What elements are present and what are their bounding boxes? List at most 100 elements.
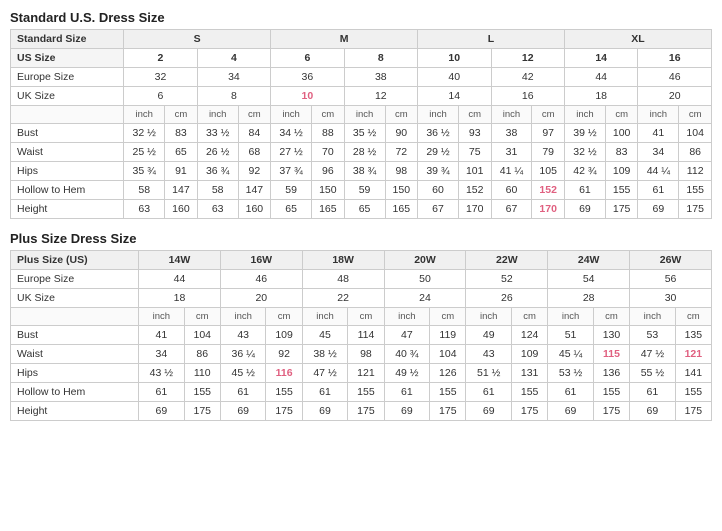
hollow-5cm: 152 bbox=[458, 181, 491, 200]
bust-4: 35 ½ bbox=[344, 124, 385, 143]
us-4: 4 bbox=[197, 49, 270, 68]
unit-inch-4: inch bbox=[344, 106, 385, 124]
us-10: 10 bbox=[418, 49, 491, 68]
unit-inch-2: inch bbox=[197, 106, 238, 124]
plus-hollow-row: Hollow to Hem 61155 61155 61155 61155 61… bbox=[11, 383, 712, 402]
hollow-8cm: 155 bbox=[679, 181, 712, 200]
waist-7cm: 83 bbox=[605, 143, 638, 162]
waist-5: 29 ½ bbox=[418, 143, 459, 162]
pht-7cm: 175 bbox=[675, 402, 711, 421]
height-4: 65 bbox=[344, 200, 385, 219]
plus-bust-row: Bust 41104 43109 45114 47119 49124 51130… bbox=[11, 326, 712, 345]
pw-6: 45 ¼ bbox=[548, 345, 594, 364]
height-1cm: 160 bbox=[165, 200, 198, 219]
pb-3: 45 bbox=[302, 326, 348, 345]
eu-32: 32 bbox=[124, 68, 197, 87]
plus-unit-inch-5: inch bbox=[466, 308, 512, 326]
eu-36: 36 bbox=[271, 68, 344, 87]
p-26w: 26W bbox=[630, 251, 712, 270]
pb-7: 53 bbox=[630, 326, 676, 345]
bust-3: 34 ½ bbox=[271, 124, 312, 143]
standard-title: Standard U.S. Dress Size bbox=[10, 10, 712, 25]
phh-6: 61 bbox=[548, 383, 594, 402]
pw-1: 34 bbox=[139, 345, 185, 364]
uk-8: 8 bbox=[197, 87, 270, 106]
xl-header: XL bbox=[564, 30, 711, 49]
peu-46: 46 bbox=[220, 270, 302, 289]
height-6cm: 170 bbox=[532, 200, 565, 219]
size-group-row: Standard Size S M L XL bbox=[11, 30, 712, 49]
height-4cm: 165 bbox=[385, 200, 418, 219]
waist-7: 32 ½ bbox=[564, 143, 605, 162]
pht-6: 69 bbox=[548, 402, 594, 421]
us-14: 14 bbox=[564, 49, 637, 68]
ph-2: 45 ½ bbox=[220, 364, 266, 383]
puk-18: 18 bbox=[139, 289, 221, 308]
hollow-row: Hollow to Hem 58147 58147 59150 59150 60… bbox=[11, 181, 712, 200]
waist-1: 25 ½ bbox=[124, 143, 165, 162]
height-row: Height 63160 63160 65165 65165 67170 671… bbox=[11, 200, 712, 219]
ph-7cm: 141 bbox=[675, 364, 711, 383]
p-24w: 24W bbox=[548, 251, 630, 270]
waist-3: 27 ½ bbox=[271, 143, 312, 162]
bust-5: 36 ½ bbox=[418, 124, 459, 143]
bust-8: 41 bbox=[638, 124, 679, 143]
hips-1: 35 ¾ bbox=[124, 162, 165, 181]
hips-5: 39 ¾ bbox=[418, 162, 459, 181]
bust-2: 33 ½ bbox=[197, 124, 238, 143]
hips-3: 37 ¾ bbox=[271, 162, 312, 181]
bust-8cm: 104 bbox=[679, 124, 712, 143]
height-5: 67 bbox=[418, 200, 459, 219]
peu-48: 48 bbox=[302, 270, 384, 289]
unit-inch-1: inch bbox=[124, 106, 165, 124]
us-16: 16 bbox=[638, 49, 712, 68]
eu-38: 38 bbox=[344, 68, 417, 87]
unit-cm-5: cm bbox=[458, 106, 491, 124]
p-22w: 22W bbox=[466, 251, 548, 270]
eu-34: 34 bbox=[197, 68, 270, 87]
plus-label: Plus Size (US) bbox=[11, 251, 139, 270]
unit-cm-3: cm bbox=[312, 106, 345, 124]
ph-3cm: 121 bbox=[348, 364, 384, 383]
hips-5cm: 101 bbox=[458, 162, 491, 181]
peu-52: 52 bbox=[466, 270, 548, 289]
unit-cm-1: cm bbox=[165, 106, 198, 124]
puk-26: 26 bbox=[466, 289, 548, 308]
phh-6cm: 155 bbox=[593, 383, 629, 402]
uk-16: 16 bbox=[491, 87, 564, 106]
plus-unit-inch-2: inch bbox=[220, 308, 266, 326]
pb-1cm: 104 bbox=[184, 326, 220, 345]
eu-44: 44 bbox=[564, 68, 637, 87]
peu-44: 44 bbox=[139, 270, 221, 289]
plus-unit-inch-6: inch bbox=[548, 308, 594, 326]
waist-label: Waist bbox=[11, 143, 124, 162]
ph-7: 55 ½ bbox=[630, 364, 676, 383]
unit-inch-3: inch bbox=[271, 106, 312, 124]
hollow-7: 61 bbox=[564, 181, 605, 200]
plus-unit-row: inchcm inchcm inchcm inchcm inchcm inchc… bbox=[11, 308, 712, 326]
waist-2: 26 ½ bbox=[197, 143, 238, 162]
hollow-label: Hollow to Hem bbox=[11, 181, 124, 200]
pht-4: 69 bbox=[384, 402, 430, 421]
pht-3: 69 bbox=[302, 402, 348, 421]
height-label: Height bbox=[11, 200, 124, 219]
hips-7: 42 ¾ bbox=[564, 162, 605, 181]
pw-5cm: 109 bbox=[512, 345, 548, 364]
pb-4: 47 bbox=[384, 326, 430, 345]
pht-3cm: 175 bbox=[348, 402, 384, 421]
uk-18: 18 bbox=[564, 87, 637, 106]
pw-1cm: 86 bbox=[184, 345, 220, 364]
hollow-6: 60 bbox=[491, 181, 532, 200]
pw-2: 36 ¼ bbox=[220, 345, 266, 364]
us-2: 2 bbox=[124, 49, 197, 68]
puk-30: 30 bbox=[630, 289, 712, 308]
us-12: 12 bbox=[491, 49, 564, 68]
phh-1: 61 bbox=[139, 383, 185, 402]
height-3: 65 bbox=[271, 200, 312, 219]
plus-height-row: Height 69175 69175 69175 69175 69175 691… bbox=[11, 402, 712, 421]
phh-7: 61 bbox=[630, 383, 676, 402]
eu-42: 42 bbox=[491, 68, 564, 87]
pb-5: 49 bbox=[466, 326, 512, 345]
pb-2: 43 bbox=[220, 326, 266, 345]
unit-cm-7: cm bbox=[605, 106, 638, 124]
